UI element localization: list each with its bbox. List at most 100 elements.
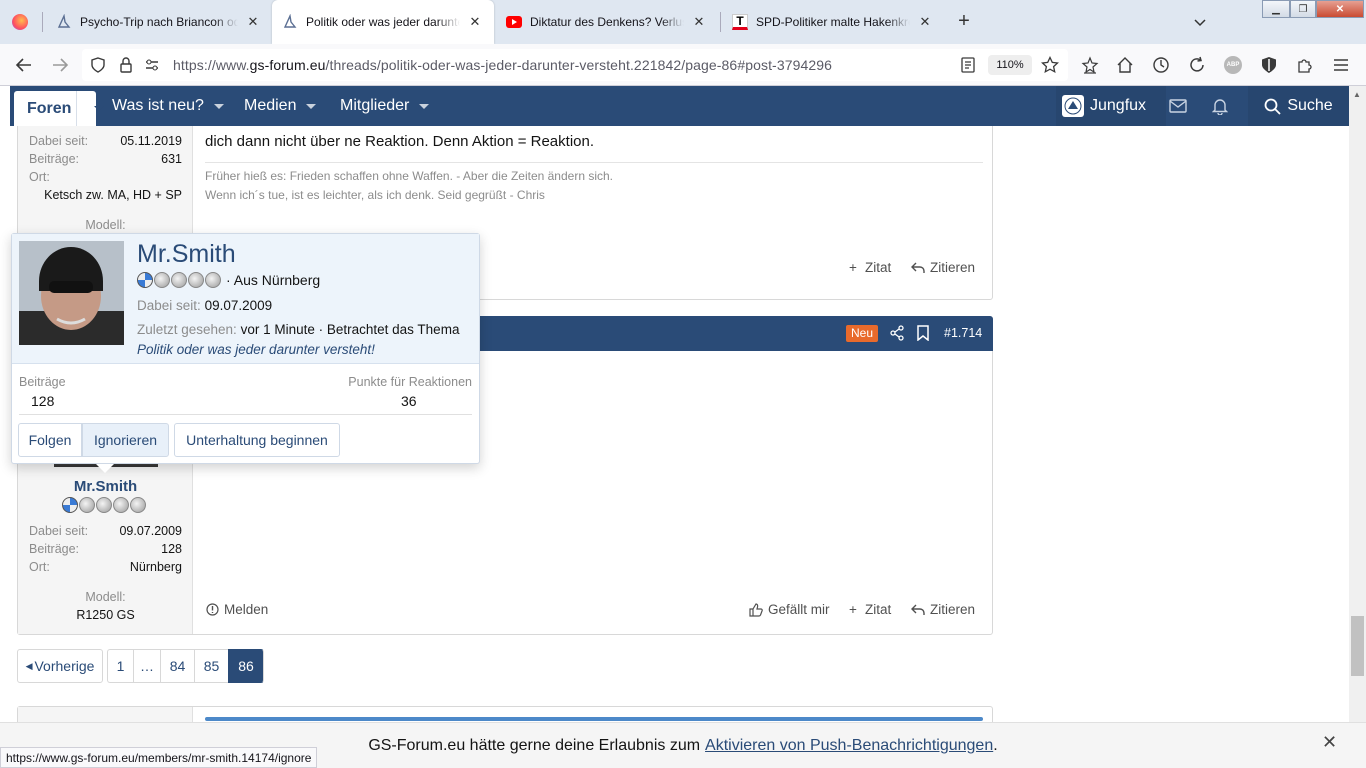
envelope-icon[interactable]: [1168, 96, 1188, 116]
zoom-level[interactable]: 110%: [988, 55, 1032, 75]
close-icon[interactable]: ✕: [916, 13, 934, 31]
bookmark-star-icon[interactable]: [1040, 55, 1060, 75]
follow-button[interactable]: Folgen: [18, 423, 82, 457]
reader-view-icon[interactable]: [958, 55, 978, 75]
new-tab-button[interactable]: +: [954, 11, 974, 32]
page-86[interactable]: 86: [228, 649, 264, 683]
url-prefix: https://www.: [173, 57, 250, 73]
joined-row: Dabei seit: 09.07.2009: [29, 524, 182, 538]
caret-left-icon: ◀: [25, 660, 33, 671]
page-scrollbar[interactable]: ▲: [1349, 86, 1366, 768]
member-points-value[interactable]: 36: [401, 393, 417, 409]
scroll-up-icon[interactable]: ▲: [1353, 90, 1362, 99]
page-85[interactable]: 85: [194, 649, 228, 683]
alert-icon: [205, 603, 219, 617]
close-icon[interactable]: ✕: [466, 13, 484, 31]
member-posts-value[interactable]: 128: [31, 393, 54, 409]
page-ellipsis[interactable]: …: [133, 649, 160, 683]
tab-title: Psycho-Trip nach Briancon ode: [80, 15, 238, 29]
reload-icon[interactable]: [1187, 55, 1207, 75]
close-icon[interactable]: ✕: [244, 13, 262, 31]
new-badge: Neu: [846, 325, 879, 342]
ignore-button[interactable]: Ignorieren: [82, 423, 169, 457]
quote-button[interactable]: + Zitat: [846, 260, 891, 275]
member-joined: Dabei seit: 09.07.2009: [137, 298, 273, 313]
member-rank: · Aus Nürnberg: [137, 272, 320, 288]
url-domain: gs-forum.eu: [249, 57, 326, 73]
member-avatar[interactable]: [19, 241, 124, 345]
chevron-down-icon[interactable]: [306, 103, 317, 109]
history-icon[interactable]: [1151, 55, 1171, 75]
reply-button[interactable]: Zitieren: [911, 260, 975, 275]
list-all-tabs-icon[interactable]: [1192, 14, 1208, 30]
reply-button[interactable]: Zitieren: [911, 602, 975, 617]
post-username[interactable]: Mr.Smith: [18, 478, 193, 495]
plus-icon: +: [849, 602, 857, 617]
user-avatar-icon: [1062, 95, 1084, 117]
tab-psycho-trip[interactable]: Psycho-Trip nach Briancon ode ✕: [46, 0, 272, 44]
enable-push-link[interactable]: Aktivieren von Push-Benachrichtigungen: [705, 737, 993, 755]
restore-button[interactable]: ❐: [1290, 0, 1316, 18]
close-icon[interactable]: ✕: [1322, 733, 1338, 751]
posts-row: Beiträge: 631: [29, 152, 182, 166]
tab-title: SPD-Politiker malte Hakenkreuz: [756, 15, 910, 29]
nav-tab-media[interactable]: Medien: [244, 86, 317, 126]
like-button[interactable]: Gefällt mir: [749, 602, 830, 617]
bookmark-icon[interactable]: [916, 325, 930, 342]
save-to-pocket-icon[interactable]: [1080, 55, 1100, 75]
home-icon[interactable]: [1115, 55, 1135, 75]
member-name[interactable]: Mr.Smith: [137, 240, 236, 269]
lock-icon[interactable]: [116, 55, 136, 75]
rank-icon: [188, 272, 204, 288]
search-button[interactable]: Suche: [1248, 86, 1349, 126]
nav-tab-forums[interactable]: Foren: [14, 91, 104, 126]
bell-icon[interactable]: [1210, 96, 1230, 116]
location-row: Ort: Nürnberg: [29, 560, 182, 574]
start-conversation-button[interactable]: Unterhaltung beginnen: [174, 423, 340, 457]
shield-icon[interactable]: [88, 55, 108, 75]
menu-icon[interactable]: [1331, 55, 1351, 75]
member-current-thread-link[interactable]: Politik oder was jeder darunter versteht…: [137, 342, 375, 357]
adblock-icon[interactable]: ABP: [1223, 55, 1243, 75]
close-icon[interactable]: ✕: [690, 13, 708, 31]
page-84[interactable]: 84: [160, 649, 194, 683]
location-row: Ort:: [29, 170, 50, 184]
post-number[interactable]: #1.714: [944, 326, 982, 340]
page-1[interactable]: 1: [107, 649, 133, 683]
member-tooltip-card: Mr.Smith · Aus Nürnberg Dabei seit: 09.0…: [11, 233, 480, 473]
scrollbar-thumb[interactable]: [1351, 616, 1364, 676]
user-account-link[interactable]: Jungfux: [1056, 86, 1166, 126]
back-icon[interactable]: [14, 55, 34, 75]
quote-button[interactable]: + Zitat: [846, 602, 891, 617]
report-button[interactable]: Melden: [205, 602, 268, 617]
member-card-header: Mr.Smith · Aus Nürnberg Dabei seit: 09.0…: [12, 234, 479, 364]
ublock-icon[interactable]: [1259, 55, 1279, 75]
nav-tab-whats-new[interactable]: Was ist neu?: [112, 86, 224, 126]
member-card-divider: [19, 414, 472, 415]
share-icon[interactable]: [889, 325, 905, 341]
chevron-down-icon[interactable]: [213, 103, 224, 109]
forward-icon[interactable]: [50, 55, 70, 75]
tab-politik[interactable]: Politik oder was jeder darunter ✕: [272, 0, 494, 44]
pagination: ◀ Vorherige 1 … 84 85 86: [17, 649, 264, 683]
nav-tab-members[interactable]: Mitglieder: [340, 86, 430, 126]
prev-page-button[interactable]: ◀ Vorherige: [17, 649, 103, 683]
page-list: 1 … 84 85 86: [107, 649, 264, 683]
url-bar[interactable]: https://www.gs-forum.eu/threads/politik-…: [82, 49, 1068, 81]
permissions-icon[interactable]: [142, 55, 162, 75]
minimize-button[interactable]: ▁: [1262, 0, 1290, 18]
model-value: R1250 GS: [76, 608, 135, 622]
firefox-icon[interactable]: [12, 14, 28, 30]
reply-icon: [911, 603, 925, 617]
tab-diktatur[interactable]: Diktatur des Denkens? Verlust de ✕: [496, 0, 718, 44]
gs-forum-icon: [282, 14, 298, 30]
thumbs-up-icon: [749, 602, 763, 617]
chevron-down-icon[interactable]: [94, 106, 104, 111]
tab-spd[interactable]: T SPD-Politiker malte Hakenkreuz ✕: [722, 0, 944, 44]
window-close-button[interactable]: ✕: [1316, 0, 1364, 18]
signature-line: Früher hieß es: Frieden schaffen ohne Wa…: [205, 169, 614, 183]
chevron-down-icon[interactable]: [419, 103, 430, 109]
member-location: · Aus Nürnberg: [226, 272, 321, 288]
extensions-icon[interactable]: [1295, 55, 1315, 75]
url-text[interactable]: https://www.gs-forum.eu/threads/politik-…: [173, 57, 832, 73]
